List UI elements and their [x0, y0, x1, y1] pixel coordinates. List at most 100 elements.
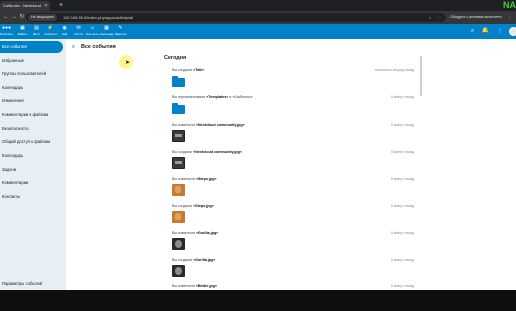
nextcloud-header: ●●● Nextcloud ▣ Файлы ▤ Фото ⚡ События ◉… — [0, 24, 516, 39]
sidebar-item-favorites[interactable]: Избранные — [0, 55, 64, 67]
activity-time: 5 минут назад — [391, 177, 414, 181]
list-item: Вы создали «Nextcloud community.jpg» 5 м… — [172, 150, 432, 177]
list-item: Вы изменили «Birdie.jpg» 5 минут назад — [172, 284, 432, 311]
activity-text: Вы переименовали «Templates» в «Шаблоны» — [172, 95, 253, 99]
browser-tab-title: События - Nextcloud — [3, 3, 41, 8]
image-thumbnail[interactable] — [172, 238, 185, 250]
app-activity[interactable]: ⚡ События — [44, 24, 57, 39]
forward-button[interactable]: → — [10, 13, 18, 22]
activity-text: Вы создали «Nextcloud community.jpg» — [172, 150, 242, 154]
url-text[interactable]: 192.168.50.8/index.php/apps/activity/all — [63, 13, 133, 22]
activity-subject[interactable]: «Nextcloud community.jpg» — [193, 150, 242, 154]
activity-text: Вы создали «Steps.jpg» — [172, 204, 214, 208]
sidebar-item-changes[interactable]: Изменения — [0, 95, 64, 107]
bookmark-icon[interactable]: ☆ ⋯ — [428, 13, 443, 22]
avatar[interactable] — [509, 27, 516, 36]
photos-icon: ▤ — [34, 25, 39, 31]
activity-time: 5 минут назад — [391, 231, 414, 235]
activity-subject[interactable]: «Nextcloud community.jpg» — [196, 123, 245, 127]
back-button[interactable]: ← — [2, 13, 10, 22]
mouse-cursor-icon: ➤ — [125, 60, 131, 66]
contacts-menu-icon[interactable]: 👥 — [494, 27, 503, 36]
activity-sidebar: Все события Избранные Группы пользовател… — [0, 39, 66, 290]
sidebar-item-calendar[interactable]: Календарь — [0, 82, 64, 94]
activity-text: Вы создали «Talk» — [172, 68, 205, 72]
app-files[interactable]: ▣ Файлы — [16, 24, 29, 39]
address-bar[interactable]: Не защищено 192.168.50.8/index.php/apps/… — [26, 13, 446, 22]
sidebar-item-tasks[interactable]: Задачи — [0, 164, 64, 176]
sidebar-item-contacts[interactable]: Контакты — [0, 191, 64, 203]
mail-icon: ✉ — [76, 25, 81, 31]
reload-button[interactable]: ↻ — [18, 13, 26, 22]
app-notes[interactable]: ✎ Заметки — [114, 24, 127, 39]
app-label: Фото — [32, 32, 41, 36]
activity-time: 5 минут назад — [391, 95, 414, 99]
notifications-icon[interactable]: 🔔 — [481, 27, 490, 36]
section-heading: Сегодня — [164, 55, 187, 61]
assistant-chip[interactable]: Обсудить с речевым ассистентом — [450, 13, 502, 22]
app-label: Календарь — [100, 32, 113, 36]
list-item: Вы переименовали «Templates» в «Шаблоны»… — [172, 95, 432, 122]
nextcloud-logo-icon: ●●● — [1, 25, 12, 31]
talk-icon: ◉ — [62, 25, 67, 31]
sidebar-item-comments[interactable]: Комментарии — [0, 177, 64, 189]
activity-subject[interactable]: «Steps.jpg» — [193, 204, 214, 208]
menu-toggle-icon[interactable]: ≡ — [72, 44, 79, 51]
activity-subject[interactable]: «Gorilla.jpg» — [196, 231, 218, 235]
tab-close-icon[interactable]: ✕ — [43, 2, 49, 11]
calendar-icon: ▦ — [104, 25, 109, 31]
browser-tab[interactable]: События - Nextcloud ✕ — [0, 1, 50, 11]
list-item: Вы изменили «Gorilla.jpg» 5 минут назад — [172, 231, 432, 258]
activity-time: 5 минут назад — [391, 284, 414, 288]
activity-time: 5 минут назад — [391, 123, 414, 127]
activity-settings-button[interactable]: Параметры событий — [0, 278, 66, 290]
sidebar-item-file-sharing[interactable]: Общий доступ к файлам — [0, 136, 64, 148]
app-label: Файлы — [17, 32, 28, 36]
app-label: События — [44, 32, 57, 36]
activity-icon: ⚡ — [47, 25, 54, 31]
image-thumbnail[interactable] — [172, 211, 185, 223]
app-label: Talk — [61, 32, 68, 36]
list-item: Вы изменили «Steps.jpg» 5 минут назад — [172, 177, 432, 204]
sidebar-item-calendar-2[interactable]: Календарь — [0, 150, 64, 162]
activity-subject[interactable]: «Templates» — [206, 95, 228, 99]
image-thumbnail[interactable] — [172, 157, 185, 169]
folder-icon[interactable] — [172, 102, 185, 114]
activity-subject[interactable]: «Steps.jpg» — [196, 177, 217, 181]
list-item: Вы создали «Talk» несколько секунд назад — [172, 68, 432, 95]
image-thumbnail[interactable] — [172, 130, 185, 142]
folder-icon[interactable] — [172, 75, 185, 87]
image-thumbnail[interactable] — [172, 265, 185, 277]
browser-menu-icon[interactable]: ⋮ — [505, 13, 514, 22]
app-calendar[interactable]: ▦ Календарь — [100, 24, 113, 39]
activity-time: 5 минут назад — [391, 258, 414, 262]
activity-time: 5 минут назад — [391, 150, 414, 154]
security-chip[interactable]: Не защищено — [28, 14, 58, 21]
sidebar-item-file-comments[interactable]: Комментарии к файлам — [0, 109, 64, 121]
activity-subject[interactable]: «Gorilla.jpg» — [193, 258, 215, 262]
app-contacts[interactable]: ☺ Контакты — [86, 24, 99, 39]
app-photos[interactable]: ▤ Фото — [30, 24, 43, 39]
sidebar-item-security[interactable]: Безопасность — [0, 123, 64, 135]
app-label: Контакты — [86, 32, 99, 36]
activity-subject[interactable]: «Birdie.jpg» — [196, 284, 217, 288]
app-mail[interactable]: ✉ Почта — [72, 24, 85, 39]
app-talk[interactable]: ◉ Talk — [58, 24, 71, 39]
activity-text: Вы изменили «Steps.jpg» — [172, 177, 217, 181]
search-icon[interactable]: ⌕ — [468, 27, 477, 36]
app-nextcloud[interactable]: ●●● Nextcloud — [0, 24, 13, 39]
activity-text: Вы изменили «Gorilla.jpg» — [172, 231, 219, 235]
sidebar-item-user-groups[interactable]: Группы пользователей — [0, 68, 64, 80]
sidebar-item-all[interactable]: Все события — [0, 41, 63, 53]
browser-tab-strip: События - Nextcloud ✕ + NA — [0, 0, 516, 11]
list-item: Вы изменили «Nextcloud community.jpg» 5 … — [172, 123, 432, 150]
notes-icon: ✎ — [118, 25, 123, 31]
activity-time: несколько секунд назад — [375, 68, 414, 72]
activity-main: ≡ Все события ➤ Сегодня Вы создали «Talk… — [66, 39, 516, 290]
activity-subject[interactable]: «Talk» — [193, 68, 204, 72]
new-tab-button[interactable]: + — [57, 1, 65, 10]
app-label: Nextcloud — [0, 32, 13, 36]
list-item: Вы создали «Gorilla.jpg» 5 минут назад — [172, 258, 432, 285]
image-thumbnail[interactable] — [172, 184, 185, 196]
contacts-icon: ☺ — [89, 25, 96, 31]
